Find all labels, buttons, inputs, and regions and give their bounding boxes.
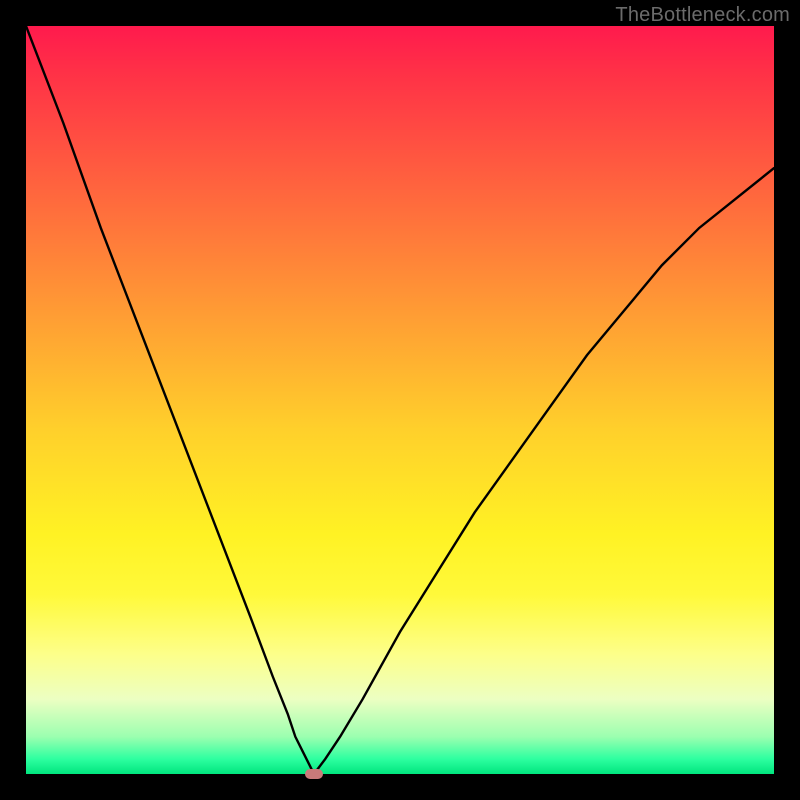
chart-frame: TheBottleneck.com	[0, 0, 800, 800]
curve-path	[26, 26, 774, 774]
minimum-marker	[305, 769, 323, 779]
watermark-text: TheBottleneck.com	[615, 4, 790, 27]
bottleneck-curve	[26, 26, 774, 774]
plot-area	[26, 26, 774, 774]
